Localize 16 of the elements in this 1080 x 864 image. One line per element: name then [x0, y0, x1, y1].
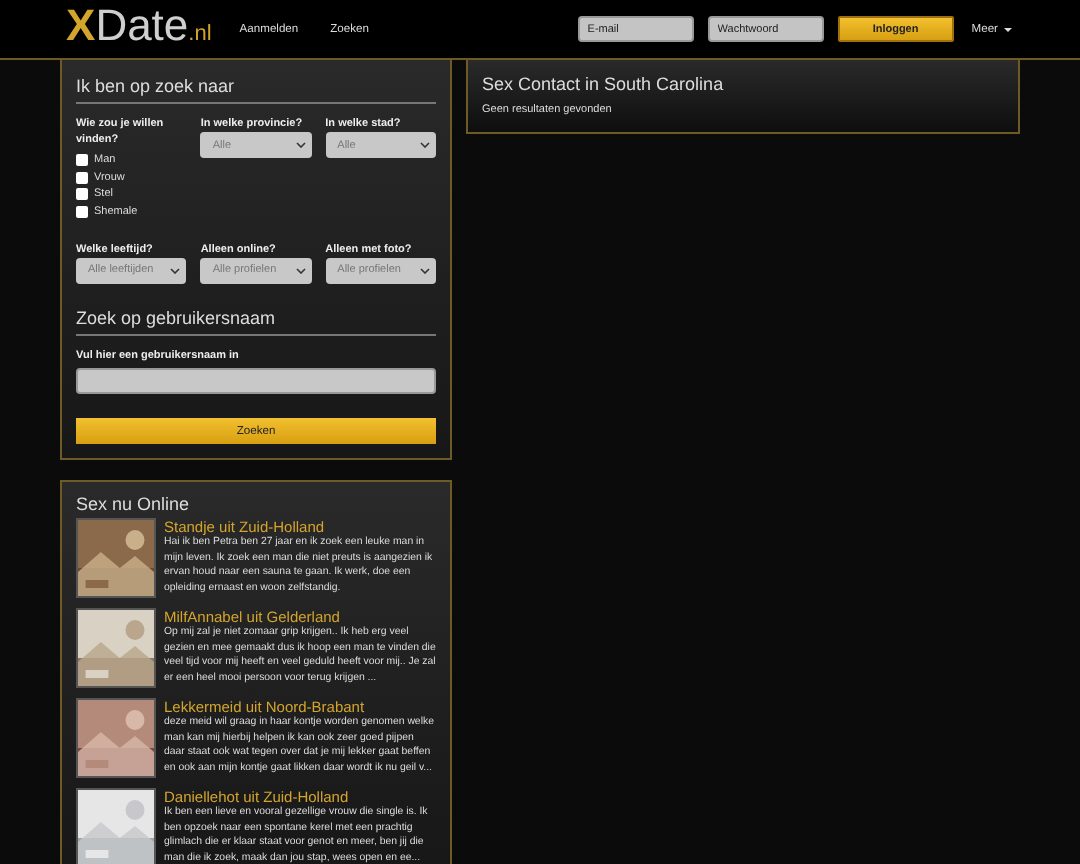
chevron-down-icon	[170, 267, 181, 273]
checkbox[interactable]	[76, 171, 88, 183]
chevron-down-icon	[419, 267, 430, 273]
checkbox[interactable]	[76, 188, 88, 200]
panel-title: Ik ben op zoek naar	[76, 74, 237, 100]
chevron-down-icon	[295, 142, 306, 148]
section-title: Zoek op gebruikersnaam	[76, 305, 278, 331]
chevron-down-icon	[419, 142, 430, 148]
checkbox[interactable]	[76, 154, 88, 166]
site-logo[interactable]: XDate.nl	[66, 5, 212, 53]
chevron-down-icon	[295, 267, 306, 273]
panel-title: Sex Contact in South Carolina	[482, 72, 726, 98]
username-field[interactable]	[76, 367, 436, 393]
panel-title: Sex nu Online	[76, 492, 192, 518]
caret-icon	[1004, 27, 1012, 31]
checkbox[interactable]	[76, 205, 88, 217]
